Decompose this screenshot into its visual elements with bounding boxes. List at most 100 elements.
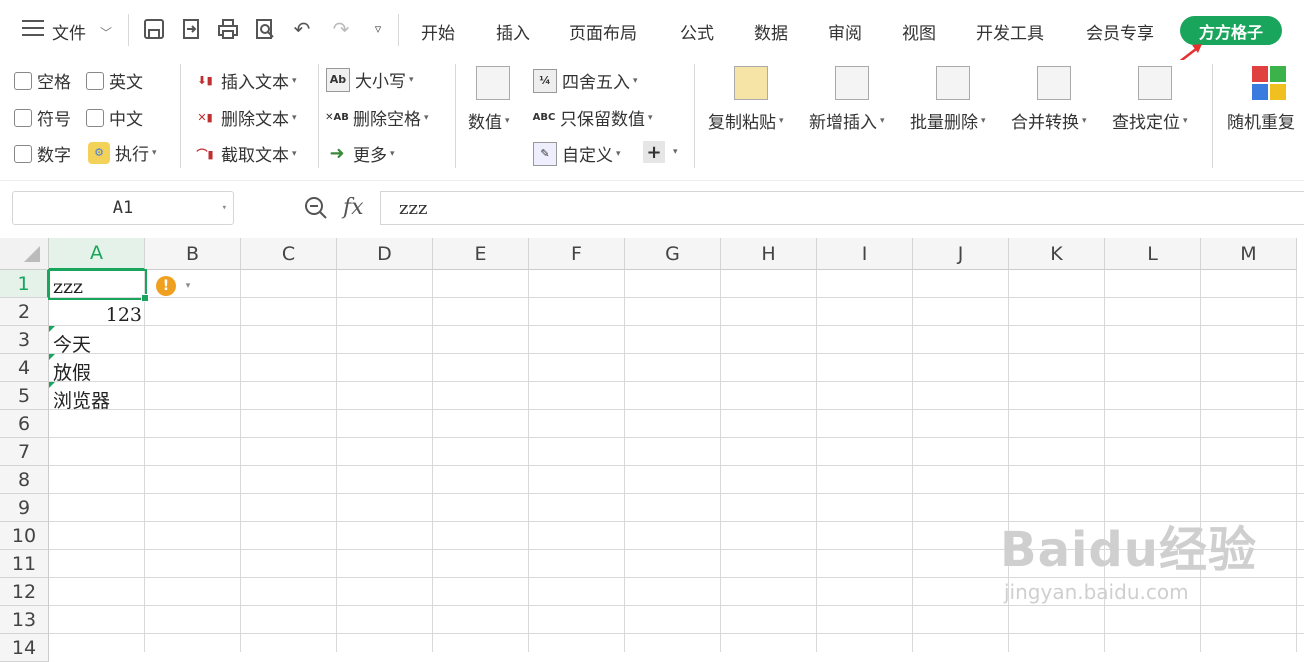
tab-member[interactable]: 会员专享 [1086,19,1154,44]
copy-paste-button[interactable]: 复制粘贴 ▾ [708,108,784,133]
print-preview-icon[interactable] [252,16,278,42]
row-header-10[interactable]: 10 [0,522,49,550]
remove-space-label: 删除空格 [353,110,421,130]
print-icon[interactable] [215,16,241,42]
more-button[interactable]: ➜ 更多 ▾ [326,141,394,166]
row-header-8[interactable]: 8 [0,466,49,494]
save-icon[interactable] [141,16,167,42]
divider [398,14,399,46]
find-locate-button[interactable]: 查找定位 ▾ [1112,108,1188,133]
remove-space-icon: ✕AB [325,112,349,123]
menu-icon[interactable] [22,20,44,38]
cell-a3[interactable]: 今天 [53,329,91,357]
column-header-e[interactable]: E [433,238,529,270]
fx-button[interactable]: fx [343,195,364,220]
row-header-4[interactable]: 4 [0,354,49,382]
column-header-d[interactable]: D [337,238,433,270]
tab-data[interactable]: 数据 [754,19,788,44]
add-button[interactable]: + ▾ [643,141,678,163]
column-header-b[interactable]: B [145,238,241,270]
zoom-icon[interactable] [303,195,329,221]
delete-text-label: 删除文本 [221,110,289,130]
column-header-g[interactable]: G [625,238,721,270]
random-repeat-button[interactable]: 随机重复 [1227,108,1295,133]
checkbox-label: 空格 [37,73,71,93]
caret-icon: ▾ [1183,115,1188,126]
checkbox[interactable] [86,71,104,90]
checkbox-chinese[interactable]: 中文 [86,105,143,130]
row-header-2[interactable]: 2 [0,298,49,326]
warning-icon[interactable]: ! [156,276,176,296]
tab-page-layout[interactable]: 页面布局 [569,19,637,44]
row-header-7[interactable]: 7 [0,438,49,466]
tab-insert[interactable]: 插入 [496,19,530,44]
cell-a4[interactable]: 放假 [53,357,91,385]
row-header-11[interactable]: 11 [0,550,49,578]
column-header-h[interactable]: H [721,238,817,270]
extract-text-button[interactable]: ⌒▮ 截取文本 ▾ [194,141,296,166]
tab-start[interactable]: 开始 [421,19,455,44]
delete-text-icon: ✕▮ [197,111,213,124]
checkbox-number[interactable]: 数字 [14,141,71,166]
column-header-c[interactable]: C [241,238,337,270]
column-header-m[interactable]: M [1201,238,1297,270]
row-header-6[interactable]: 6 [0,410,49,438]
tab-developer[interactable]: 开发工具 [976,19,1044,44]
batch-delete-label: 批量删除 [910,113,978,133]
checkbox-label: 中文 [109,110,143,130]
checkbox-english[interactable]: 英文 [86,68,143,93]
fill-handle[interactable] [141,294,149,302]
column-header-a[interactable]: A [49,238,145,270]
keep-number-button[interactable]: ABC 只保留数值 ▾ [533,105,653,130]
checkbox-symbol[interactable]: 符号 [14,105,71,130]
row-header-14[interactable]: 14 [0,634,49,662]
merge-convert-button[interactable]: 合并转换 ▾ [1011,108,1087,133]
row-header-5[interactable]: 5 [0,382,49,410]
more-icon[interactable]: ▿ [365,16,391,42]
arrow-right-icon: ➜ [329,143,345,164]
row-header-1[interactable]: 1 [0,270,49,298]
tab-review[interactable]: 审阅 [828,19,862,44]
column-header-f[interactable]: F [529,238,625,270]
row-header-12[interactable]: 12 [0,578,49,606]
chevron-down-icon[interactable]: ▾ [180,275,196,297]
custom-button[interactable]: ✎ 自定义 ▾ [533,141,621,166]
column-header-k[interactable]: K [1009,238,1105,270]
round-button[interactable]: ¼ 四舍五入 ▾ [533,68,638,93]
checkbox[interactable] [14,71,32,90]
remove-space-button[interactable]: ✕AB 删除空格 ▾ [325,105,428,130]
batch-delete-button[interactable]: 批量删除 ▾ [910,108,986,133]
column-header-i[interactable]: I [817,238,913,270]
chevron-down-icon[interactable]: ▾ [222,203,227,213]
redo-icon[interactable]: ↷ [328,16,354,42]
undo-icon[interactable]: ↶ [289,16,315,42]
file-menu[interactable]: 文件 [52,19,86,44]
caret-icon: ▾ [152,147,157,158]
name-box[interactable]: A1 ▾ [12,191,234,225]
cell-a5[interactable]: 浏览器 [53,385,110,413]
insert-new-button[interactable]: 新增插入 ▾ [809,108,885,133]
row-header-3[interactable]: 3 [0,326,49,354]
chevron-down-icon[interactable]: ﹀ [100,24,112,41]
checkbox[interactable] [14,108,32,127]
number-button[interactable]: 数值 ▾ [468,108,510,133]
cell-a2[interactable]: 123 [49,301,142,329]
checkbox[interactable] [14,144,32,163]
checkbox-space[interactable]: 空格 [14,68,71,93]
execute-button[interactable]: ⚙ 执行 ▾ [88,140,157,165]
insert-text-button[interactable]: ⬇▮ 插入文本 ▾ [194,68,296,93]
tab-formulas[interactable]: 公式 [680,19,714,44]
row-header-9[interactable]: 9 [0,494,49,522]
caret-icon: ▾ [505,115,510,126]
select-all-corner[interactable] [0,238,49,270]
formula-input[interactable]: zzz [380,191,1304,225]
delete-text-button[interactable]: ✕▮ 删除文本 ▾ [194,105,296,130]
case-button[interactable]: Ab 大小写 ▾ [326,67,414,92]
round-label: 四舍五入 [562,73,630,93]
column-header-j[interactable]: J [913,238,1009,270]
column-header-l[interactable]: L [1105,238,1201,270]
checkbox[interactable] [86,108,104,127]
tab-view[interactable]: 视图 [902,19,936,44]
export-icon[interactable] [178,16,204,42]
row-header-13[interactable]: 13 [0,606,49,634]
